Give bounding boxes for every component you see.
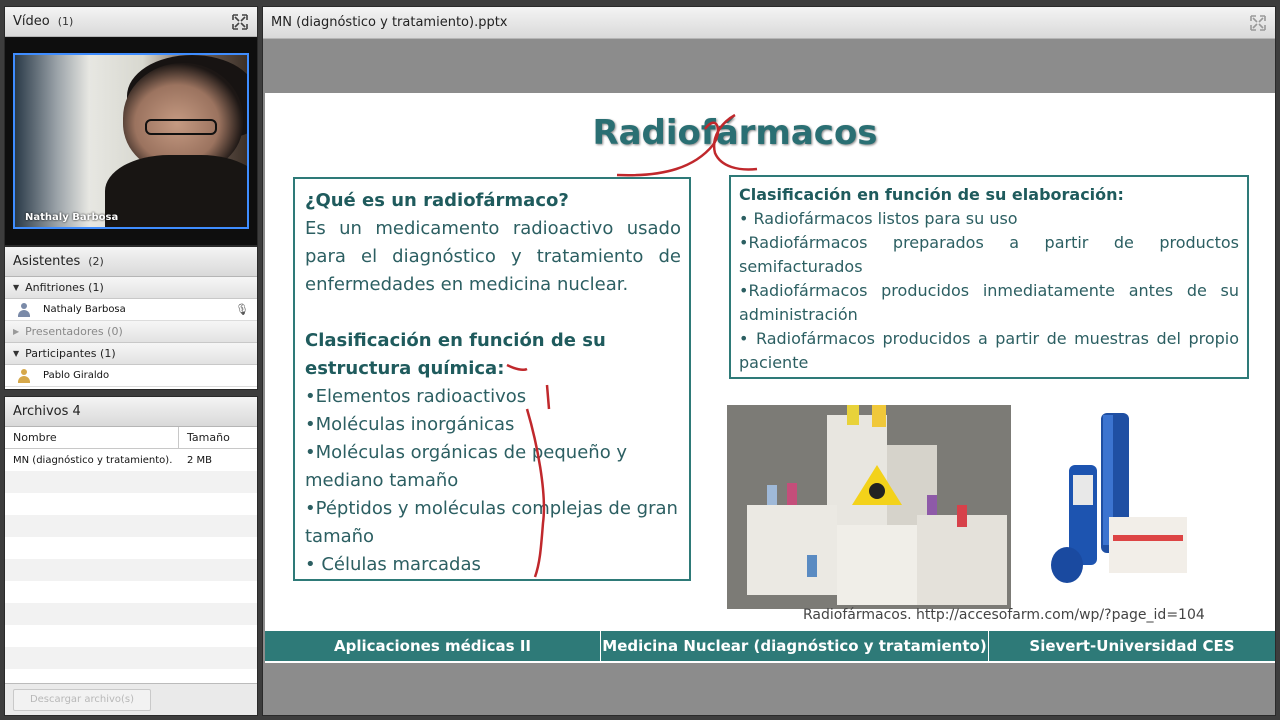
radiopharmaceutical-kits-photo	[727, 405, 1011, 609]
presentation-slide: Radiofármacos ¿Qué es un radiofármaco? E…	[265, 93, 1275, 663]
empty-row	[5, 493, 257, 515]
expand-triangle-icon[interactable]: ▼	[13, 283, 19, 292]
files-footer: Descargar archivo(s)	[5, 683, 257, 715]
definition-box: ¿Qué es un radiofármaco? Es un medicamen…	[293, 177, 691, 581]
webcam-name-label: Nathaly Barbosa	[25, 212, 119, 223]
group-participants[interactable]: ▼ Participantes (1)	[5, 343, 257, 365]
attendee-row[interactable]: Pablo Giraldo	[5, 365, 257, 387]
vial-shields-photo	[1033, 405, 1193, 585]
empty-row	[5, 603, 257, 625]
attendee-row[interactable]: Nathaly Barbosa 🎙	[5, 299, 257, 321]
column-size[interactable]: Tamaño	[179, 427, 257, 448]
column-name[interactable]: Nombre	[5, 427, 179, 448]
attendees-pod: Asistentes (2) ▼ Anfitriones (1) Nathaly…	[4, 246, 258, 390]
participant-user-icon	[17, 368, 31, 383]
app-root: Vídeo (1) Nathaly Barbosa Asistentes (2)…	[0, 0, 1280, 720]
share-pod: MN (diagnóstico y tratamiento).pptx Radi…	[262, 6, 1276, 716]
files-pod-title: Archivos 4	[13, 404, 81, 419]
empty-row	[5, 515, 257, 537]
share-pod-title: MN (diagnóstico y tratamiento).pptx	[271, 15, 508, 30]
file-row[interactable]: MN (diagnóstico y tratamiento). 2 MB	[5, 449, 257, 471]
structure-bullet: •Moléculas orgánicas de pequeño y median…	[305, 442, 628, 491]
download-files-button[interactable]: Descargar archivo(s)	[13, 688, 151, 711]
attendees-pod-header: Asistentes (2)	[5, 247, 257, 277]
video-pod-title: Vídeo	[13, 14, 50, 29]
files-table-header: Nombre Tamaño	[5, 427, 257, 449]
collapse-triangle-icon[interactable]: ▶	[13, 327, 19, 336]
empty-row	[5, 559, 257, 581]
files-pod-header: Archivos 4	[5, 397, 257, 427]
files-list: MN (diagnóstico y tratamiento). 2 MB	[5, 449, 257, 669]
empty-row	[5, 625, 257, 647]
elaboration-box: Clasificación en función de su elaboraci…	[729, 175, 1249, 379]
empty-row	[5, 537, 257, 559]
host-user-icon	[17, 302, 31, 317]
video-pod-header: Vídeo (1)	[5, 7, 257, 37]
classification-heading: Clasificación en función de su estructur…	[305, 330, 606, 379]
file-size: 2 MB	[187, 454, 213, 466]
file-name: MN (diagnóstico y tratamiento).	[13, 454, 173, 466]
webcam-feed[interactable]: Nathaly Barbosa	[13, 53, 249, 229]
expand-triangle-icon[interactable]: ▼	[13, 349, 19, 358]
elaboration-item: • Radiofármacos listos para su uso	[739, 209, 1018, 228]
fullscreen-icon[interactable]	[1249, 14, 1267, 32]
empty-row	[5, 647, 257, 669]
files-pod: Archivos 4 Nombre Tamaño MN (diagnóstico…	[4, 396, 258, 716]
structure-bullet: • Células marcadas	[305, 554, 481, 575]
elaboration-heading: Clasificación en función de su elaboraci…	[739, 185, 1124, 204]
video-area: Nathaly Barbosa	[5, 38, 257, 245]
footer-course: Aplicaciones médicas II	[265, 631, 601, 661]
video-pod-count: (1)	[57, 15, 74, 28]
footer-topic: Medicina Nuclear (diagnóstico y tratamie…	[601, 631, 989, 661]
group-presenters[interactable]: ▶ Presentadores (0)	[5, 321, 257, 343]
definition-question: ¿Qué es un radiofármaco?	[305, 190, 569, 211]
empty-row	[5, 581, 257, 603]
empty-row	[5, 471, 257, 493]
video-pod: Vídeo (1) Nathaly Barbosa	[4, 6, 258, 246]
attendees-pod-title: Asistentes	[13, 254, 81, 269]
structure-bullet: •Elementos radioactivos	[305, 386, 527, 407]
slide-title: Radiofármacos	[592, 113, 878, 153]
definition-answer: Es un medicamento radioactivo usado para…	[305, 218, 681, 295]
slide-footer: Aplicaciones médicas II Medicina Nuclear…	[265, 631, 1275, 661]
fullscreen-icon[interactable]	[231, 13, 249, 31]
group-hosts[interactable]: ▼ Anfitriones (1)	[5, 277, 257, 299]
elaboration-item: • Radiofármacos producidos a partir de m…	[739, 329, 1239, 372]
elaboration-item: •Radiofármacos preparados a partir de pr…	[739, 233, 1239, 276]
share-pod-header: MN (diagnóstico y tratamiento).pptx	[263, 7, 1275, 39]
structure-bullet: •Moléculas inorgánicas	[305, 414, 515, 435]
image-caption: Radiofármacos. http://accesofarm.com/wp/…	[803, 607, 1205, 623]
attendees-pod-count: (2)	[88, 255, 104, 268]
structure-bullet: •Péptidos y moléculas complejas de gran …	[305, 498, 678, 547]
microphone-icon: 🎙	[235, 303, 249, 316]
footer-institution: Sievert-Universidad CES	[1029, 637, 1235, 655]
share-stage: Radiofármacos ¿Qué es un radiofármaco? E…	[263, 39, 1275, 715]
elaboration-item: •Radiofármacos producidos inmediatamente…	[739, 281, 1239, 324]
